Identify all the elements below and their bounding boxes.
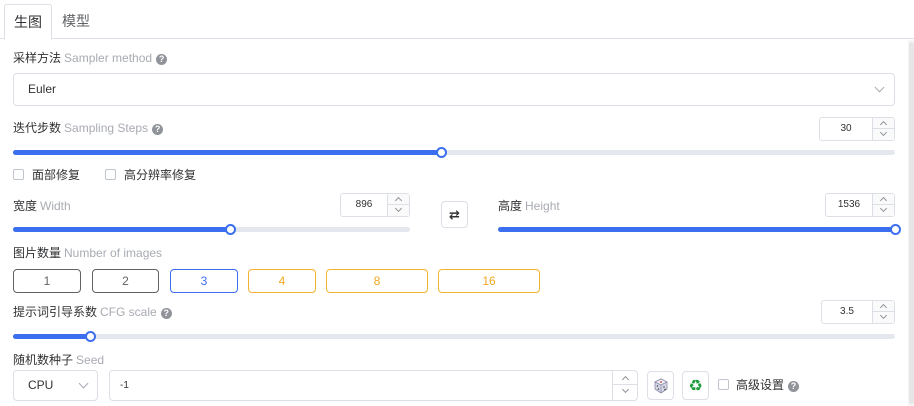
- width-slider-fill: [13, 227, 230, 232]
- seed-input[interactable]: -1: [109, 370, 638, 401]
- help-icon[interactable]: ?: [156, 54, 168, 65]
- scrollbar-thumb[interactable]: [909, 42, 914, 404]
- help-icon[interactable]: ?: [152, 124, 164, 135]
- increment-button[interactable]: [873, 301, 894, 312]
- steps-stepper[interactable]: 30: [819, 117, 895, 141]
- width-slider[interactable]: [13, 224, 410, 235]
- help-icon[interactable]: ?: [160, 308, 172, 319]
- cfg-stepper[interactable]: 3.5: [821, 300, 895, 324]
- images-option-1[interactable]: 1: [13, 269, 81, 293]
- help-icon[interactable]: ?: [788, 381, 800, 392]
- height-label: 高度 Height: [498, 199, 560, 213]
- increment-button[interactable]: [613, 371, 637, 385]
- cfg-label: 提示词引导系数 CFG scale?: [13, 305, 172, 319]
- decrement-button[interactable]: [613, 385, 637, 399]
- images-label: 图片数量 Number of images: [13, 246, 163, 260]
- cfg-slider[interactable]: [13, 331, 895, 342]
- decrement-button[interactable]: [873, 128, 894, 140]
- seed-device-select[interactable]: CPU: [13, 370, 98, 401]
- chevron-up-icon: [621, 375, 630, 384]
- steps-label: 迭代步数 Sampling Steps?: [13, 121, 164, 135]
- decrement-button[interactable]: [873, 311, 894, 323]
- chevron-up-icon: [394, 196, 403, 205]
- images-option-16[interactable]: 16: [438, 269, 540, 293]
- height-slider-fill: [498, 227, 895, 232]
- decrement-button[interactable]: [873, 204, 894, 216]
- chevron-down-icon: [879, 311, 888, 320]
- images-option-3[interactable]: 3: [170, 269, 238, 293]
- width-slider-handle[interactable]: [224, 224, 236, 235]
- height-slider[interactable]: [498, 224, 901, 235]
- cfg-slider-fill: [13, 334, 90, 339]
- images-option-2[interactable]: 2: [92, 269, 159, 293]
- images-option-4[interactable]: 4: [248, 269, 316, 293]
- chevron-down-icon: [78, 378, 89, 389]
- sampler-select[interactable]: Euler: [13, 73, 895, 106]
- chevron-down-icon: [394, 204, 403, 213]
- width-label: 宽度 Width: [13, 199, 71, 213]
- tab-generate[interactable]: 生图: [4, 4, 52, 40]
- sampler-value: Euler: [28, 82, 57, 96]
- chevron-up-icon: [879, 120, 888, 129]
- hires-fix-checkbox[interactable]: [105, 169, 116, 180]
- width-value[interactable]: 896: [341, 194, 387, 216]
- steps-slider-handle[interactable]: [435, 147, 447, 158]
- chevron-down-icon: [879, 128, 888, 137]
- hires-fix-label: 高分辨率修复: [124, 168, 197, 182]
- face-restore-checkbox[interactable]: [13, 169, 24, 180]
- tab-model[interactable]: 模型: [52, 4, 100, 39]
- swap-dimensions-button[interactable]: ⇄: [441, 201, 468, 228]
- swap-arrows-icon: ⇄: [449, 207, 460, 222]
- seed-label: 随机数种子 Seed: [13, 353, 105, 367]
- height-value[interactable]: 1536: [826, 194, 872, 216]
- cfg-slider-handle[interactable]: [84, 331, 96, 342]
- reuse-seed-button[interactable]: ♻: [682, 371, 709, 400]
- height-stepper[interactable]: 1536: [825, 193, 895, 217]
- increment-button[interactable]: [873, 118, 894, 129]
- steps-value[interactable]: 30: [820, 118, 872, 140]
- sampler-label: 采样方法 Sampler method?: [13, 51, 168, 65]
- height-slider-handle[interactable]: [889, 224, 901, 235]
- steps-slider[interactable]: [13, 147, 895, 158]
- cfg-value[interactable]: 3.5: [822, 301, 872, 323]
- increment-button[interactable]: [388, 194, 409, 205]
- recycle-icon: ♻: [688, 376, 703, 395]
- tab-bar: 生图 模型: [0, 0, 914, 40]
- random-seed-button[interactable]: [647, 371, 674, 400]
- decrement-button[interactable]: [388, 204, 409, 216]
- dice-icon: [653, 378, 668, 394]
- chevron-down-icon: [621, 385, 630, 394]
- chevron-down-icon: [874, 82, 885, 93]
- width-stepper[interactable]: 896: [340, 193, 410, 217]
- images-option-8[interactable]: 8: [326, 269, 428, 293]
- chevron-up-icon: [879, 196, 888, 205]
- advanced-settings-checkbox[interactable]: [718, 379, 729, 390]
- seed-device-value: CPU: [28, 378, 54, 392]
- steps-slider-fill: [13, 150, 441, 155]
- chevron-up-icon: [879, 303, 888, 312]
- chevron-down-icon: [879, 204, 888, 213]
- seed-value[interactable]: -1: [120, 371, 129, 401]
- increment-button[interactable]: [873, 194, 894, 205]
- face-restore-label: 面部修复: [32, 168, 81, 182]
- advanced-settings-label: 高级设置?: [736, 378, 800, 392]
